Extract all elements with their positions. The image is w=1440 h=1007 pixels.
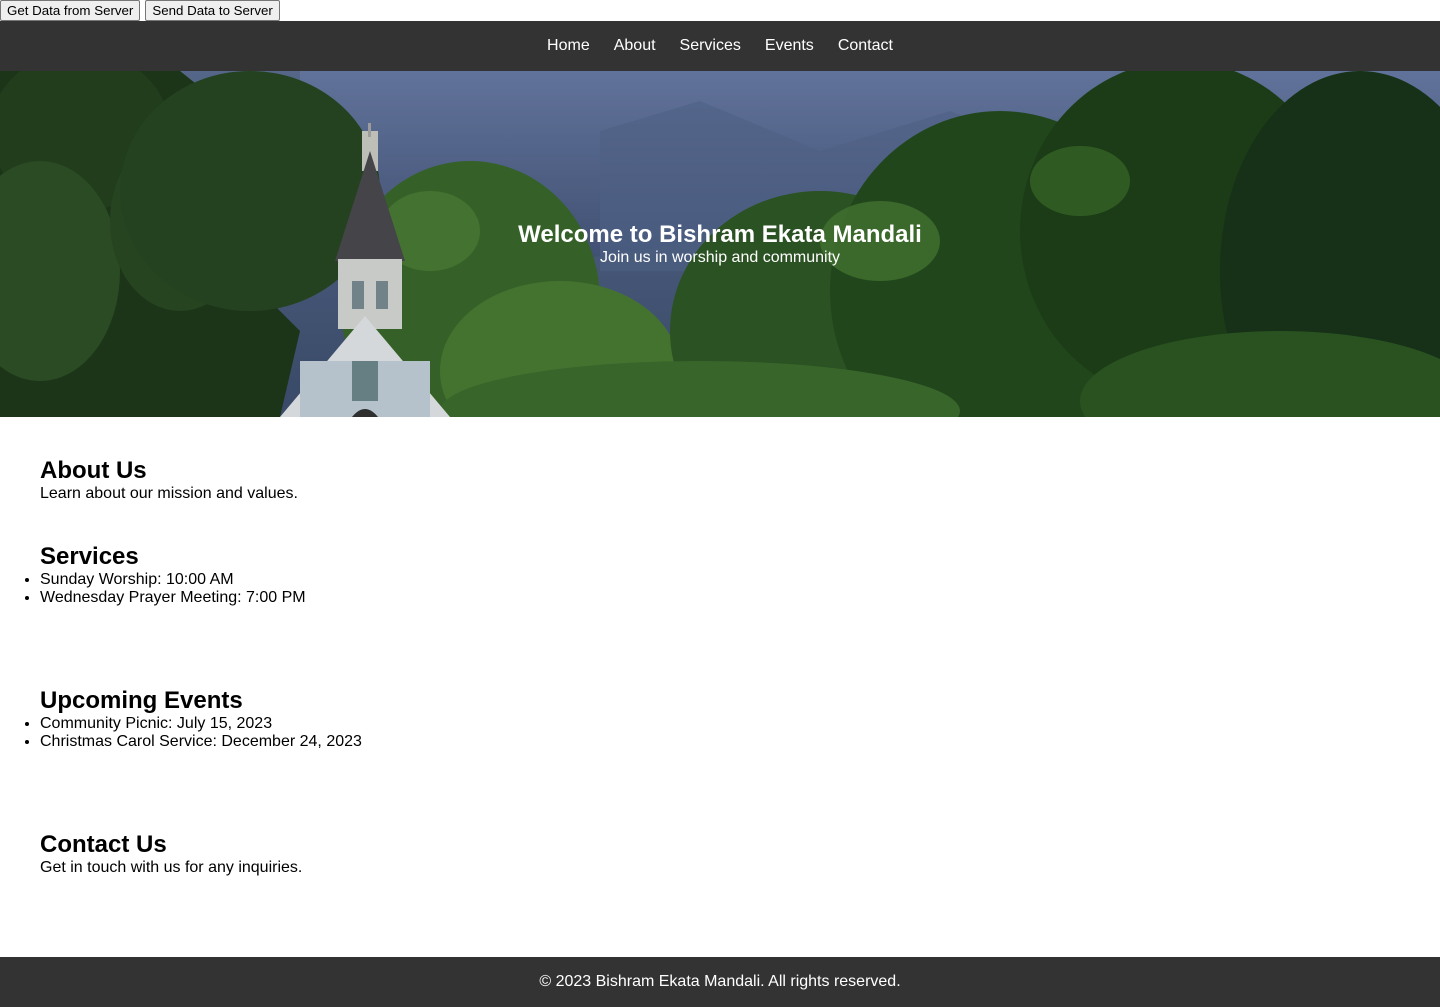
about-text: Learn about our mission and values. bbox=[40, 485, 298, 502]
contact-section: Contact Us Get in touch with us for any … bbox=[40, 831, 1400, 906]
services-list: Sunday Worship: 10:00 AM Wednesday Praye… bbox=[40, 571, 1400, 607]
list-item: Wednesday Prayer Meeting: 7:00 PM bbox=[40, 589, 1400, 607]
list-item: Sunday Worship: 10:00 AM bbox=[40, 571, 1400, 589]
nav-item-events[interactable]: Events bbox=[765, 37, 814, 55]
hero-text: Welcome to Bishram Ekata Mandali Join us… bbox=[0, 221, 1440, 267]
about-section: About Us Learn about our mission and val… bbox=[40, 417, 1400, 543]
events-list: Community Picnic: July 15, 2023 Christma… bbox=[40, 715, 1400, 751]
events-heading: Upcoming Events bbox=[40, 687, 243, 714]
services-section: Services Sunday Worship: 10:00 AM Wednes… bbox=[40, 543, 1400, 687]
hero-title: Welcome to Bishram Ekata Mandali bbox=[518, 221, 922, 248]
hero-subtitle: Join us in worship and community bbox=[599, 249, 841, 266]
nav-item-services[interactable]: Services bbox=[680, 37, 741, 55]
contact-heading: Contact Us bbox=[40, 831, 167, 858]
page-footer: © 2023 Bishram Ekata Mandali. All rights… bbox=[0, 957, 1440, 1007]
footer-text: © 2023 Bishram Ekata Mandali. All rights… bbox=[539, 973, 901, 990]
toolbar: Get Data from Server Send Data to Server bbox=[0, 0, 1440, 21]
list-item: Christmas Carol Service: December 24, 20… bbox=[40, 733, 1400, 751]
main-nav: Home About Services Events Contact bbox=[0, 21, 1440, 71]
list-item: Community Picnic: July 15, 2023 bbox=[40, 715, 1400, 733]
get-data-button[interactable]: Get Data from Server bbox=[0, 0, 141, 21]
main-content: About Us Learn about our mission and val… bbox=[0, 417, 1440, 906]
services-heading: Services bbox=[40, 543, 139, 570]
nav-item-home[interactable]: Home bbox=[547, 37, 590, 55]
about-heading: About Us bbox=[40, 457, 147, 484]
nav-item-about[interactable]: About bbox=[614, 37, 656, 55]
send-data-button[interactable]: Send Data to Server bbox=[145, 0, 280, 21]
events-section: Upcoming Events Community Picnic: July 1… bbox=[40, 687, 1400, 831]
hero-banner: Welcome to Bishram Ekata Mandali Join us… bbox=[0, 71, 1440, 417]
contact-text: Get in touch with us for any inquiries. bbox=[40, 859, 303, 876]
nav-item-contact[interactable]: Contact bbox=[838, 37, 893, 55]
